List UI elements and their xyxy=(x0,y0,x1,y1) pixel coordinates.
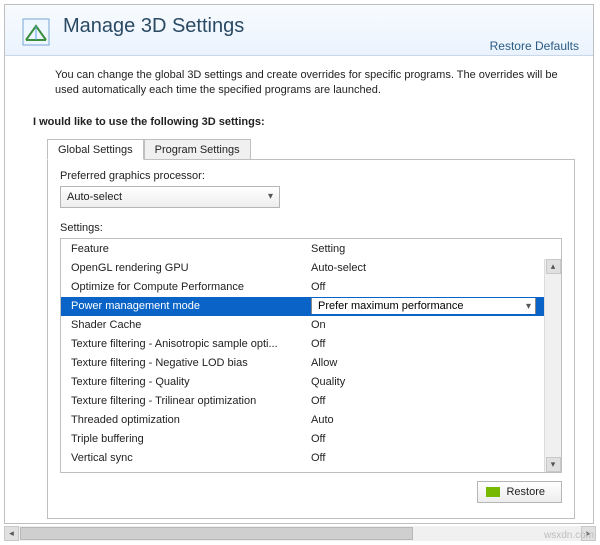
row-setting: Off xyxy=(311,452,536,464)
panel-header: Manage 3D Settings Restore Defaults xyxy=(5,5,593,56)
scroll-up-icon[interactable]: ▴ xyxy=(546,259,561,274)
row-setting: Auto-select xyxy=(311,262,536,274)
row-feature: Texture filtering - Quality xyxy=(71,376,311,388)
row-feature: Threaded optimization xyxy=(71,414,311,426)
settings-panel: Manage 3D Settings Restore Defaults You … xyxy=(4,4,594,524)
hscroll-track[interactable] xyxy=(19,526,581,541)
settings-table-header: Feature Setting xyxy=(61,239,561,259)
row-feature: Virtual Reality pre-rendered frames xyxy=(71,471,311,472)
table-row[interactable]: Triple bufferingOff xyxy=(61,430,544,449)
row-setting: Off xyxy=(311,433,536,445)
page-title: Manage 3D Settings xyxy=(63,15,244,38)
row-setting: Auto xyxy=(311,414,536,426)
header-3d-icon xyxy=(19,15,53,49)
nvidia-logo-icon xyxy=(486,487,500,497)
row-feature: Shader Cache xyxy=(71,319,311,331)
row-setting-value: Prefer maximum performance xyxy=(318,300,464,312)
column-feature: Feature xyxy=(71,243,311,255)
table-row[interactable]: Texture filtering - Trilinear optimizati… xyxy=(61,392,544,411)
column-setting: Setting xyxy=(311,243,553,255)
row-setting: Allow xyxy=(311,357,536,369)
chevron-down-icon: ▾ xyxy=(526,301,531,312)
table-row[interactable]: Shader CacheOn xyxy=(61,316,544,335)
vertical-scrollbar[interactable]: ▴ ▾ xyxy=(544,259,561,472)
row-setting: Off xyxy=(311,338,536,350)
table-row[interactable]: Texture filtering - Negative LOD biasAll… xyxy=(61,354,544,373)
restore-button-label: Restore xyxy=(506,486,545,498)
watermark: wsxdn.com xyxy=(544,530,594,541)
settings-scroll-area: OpenGL rendering GPUAuto-selectOptimize … xyxy=(61,259,561,472)
row-feature: OpenGL rendering GPU xyxy=(71,262,311,274)
tab-strip: Global Settings Program Settings xyxy=(47,138,575,159)
tab-global-settings[interactable]: Global Settings xyxy=(47,139,144,160)
settings-table: Feature Setting OpenGL rendering GPUAuto… xyxy=(60,238,562,473)
preferred-processor-value: Auto-select xyxy=(67,191,122,203)
row-feature: Triple buffering xyxy=(71,433,311,445)
table-row[interactable]: Power management modePrefer maximum perf… xyxy=(61,297,544,316)
restore-row: Restore xyxy=(60,481,562,503)
section-label: I would like to use the following 3D set… xyxy=(5,108,593,132)
tabs-container: Global Settings Program Settings Preferr… xyxy=(47,138,575,519)
restore-button[interactable]: Restore xyxy=(477,481,562,503)
restore-defaults-link[interactable]: Restore Defaults xyxy=(490,39,579,53)
table-row[interactable]: OpenGL rendering GPUAuto-select xyxy=(61,259,544,278)
row-feature: Texture filtering - Negative LOD bias xyxy=(71,357,311,369)
row-feature: Vertical sync xyxy=(71,452,311,464)
preferred-processor-dropdown[interactable]: Auto-select ▾ xyxy=(60,186,280,208)
description-text: You can change the global 3D settings an… xyxy=(5,56,593,108)
tab-body-global: Preferred graphics processor: Auto-selec… xyxy=(47,159,575,519)
row-setting: 1 xyxy=(311,471,536,472)
table-row[interactable]: Virtual Reality pre-rendered frames1 xyxy=(61,468,544,472)
table-row[interactable]: Texture filtering - QualityQuality xyxy=(61,373,544,392)
row-feature: Texture filtering - Trilinear optimizati… xyxy=(71,395,311,407)
table-row[interactable]: Threaded optimizationAuto xyxy=(61,411,544,430)
scroll-down-icon[interactable]: ▾ xyxy=(546,457,561,472)
row-setting: Off xyxy=(311,281,536,293)
row-feature: Optimize for Compute Performance xyxy=(71,281,311,293)
row-setting[interactable]: Prefer maximum performance ▾ xyxy=(311,298,536,314)
table-row[interactable]: Vertical syncOff xyxy=(61,449,544,468)
table-row[interactable]: Texture filtering - Anisotropic sample o… xyxy=(61,335,544,354)
row-feature: Texture filtering - Anisotropic sample o… xyxy=(71,338,311,350)
chevron-down-icon: ▾ xyxy=(268,191,273,202)
row-setting-dropdown[interactable]: Prefer maximum performance ▾ xyxy=(311,298,536,314)
row-feature: Power management mode xyxy=(71,300,311,312)
horizontal-scrollbar[interactable]: ◂ ▸ xyxy=(4,526,596,541)
preferred-processor-label: Preferred graphics processor: xyxy=(60,170,562,182)
hscroll-thumb[interactable] xyxy=(20,527,413,540)
settings-rows: OpenGL rendering GPUAuto-selectOptimize … xyxy=(61,259,544,472)
row-setting: Quality xyxy=(311,376,536,388)
table-row[interactable]: Optimize for Compute PerformanceOff xyxy=(61,278,544,297)
scroll-left-icon[interactable]: ◂ xyxy=(4,526,19,541)
row-setting: Off xyxy=(311,395,536,407)
row-setting: On xyxy=(311,319,536,331)
tab-program-settings[interactable]: Program Settings xyxy=(144,139,251,160)
settings-label: Settings: xyxy=(60,222,562,234)
